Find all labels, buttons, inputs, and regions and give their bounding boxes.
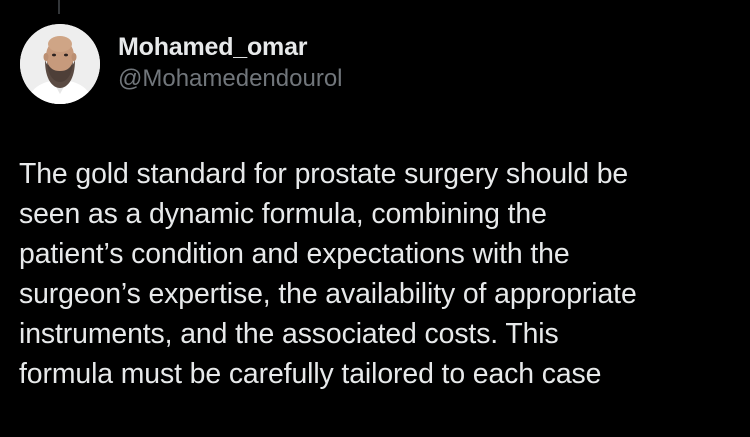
tweet-text: The gold standard for prostate surgery s… xyxy=(19,158,637,390)
author-handle[interactable]: @Mohamedendourol xyxy=(118,64,343,94)
author-names: Mohamed_omar @Mohamedendourol xyxy=(118,32,343,94)
thread-connector-line xyxy=(58,0,60,14)
avatar[interactable] xyxy=(20,24,100,104)
user-avatar-photo-icon xyxy=(20,24,100,104)
author-display-name[interactable]: Mohamed_omar xyxy=(118,32,343,62)
